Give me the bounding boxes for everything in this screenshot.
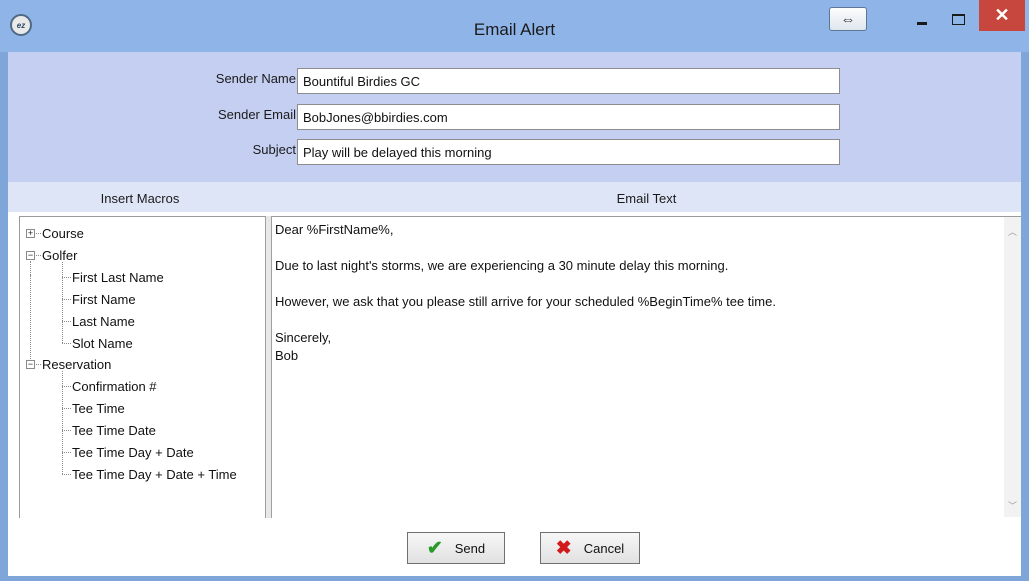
tree-connector xyxy=(62,386,71,387)
checkmark-icon: ✔ xyxy=(426,537,443,559)
sender-form: Sender Name Sender Email Subject xyxy=(8,52,1021,182)
tree-node-course[interactable]: Course xyxy=(42,226,84,241)
insert-macros-header: Insert Macros xyxy=(100,191,180,206)
close-icon: ✕ xyxy=(994,5,1010,25)
tree-connector xyxy=(62,343,71,344)
sender-name-label: Sender Name xyxy=(215,71,296,86)
tree-node-tee-time-date[interactable]: Tee Time Date xyxy=(72,423,156,438)
resize-toggle-button[interactable]: ⇔ xyxy=(829,7,867,31)
tree-connector xyxy=(62,299,71,300)
minimize-icon xyxy=(917,21,927,25)
subject-input[interactable] xyxy=(297,139,840,165)
cancel-button-label: Cancel xyxy=(583,540,625,556)
macro-tree[interactable]: + Course − Golfer First Last Name First … xyxy=(19,216,265,518)
email-text-area[interactable]: Dear %FirstName%, Due to last night's st… xyxy=(272,216,1021,518)
sender-email-label: Sender Email xyxy=(217,107,296,122)
subject-label: Subject xyxy=(252,142,296,157)
tree-connector xyxy=(30,275,31,359)
cancel-button[interactable]: ✖ Cancel xyxy=(540,532,640,564)
reservation-collapse-icon[interactable]: − xyxy=(26,360,35,369)
sender-name-input[interactable] xyxy=(297,68,840,94)
minus-icon: − xyxy=(27,359,34,369)
send-button-label: Send xyxy=(454,540,486,556)
maximize-icon xyxy=(951,13,965,25)
title-bar[interactable]: ez Email Alert ⇔ ✕ xyxy=(0,0,1029,52)
tree-node-golfer[interactable]: Golfer xyxy=(42,248,77,263)
sender-email-row: Sender Email xyxy=(8,104,1021,130)
tree-connector xyxy=(36,233,41,234)
close-button[interactable]: ✕ xyxy=(979,0,1025,31)
tree-node-first-last-name[interactable]: First Last Name xyxy=(72,270,164,285)
tree-connector xyxy=(62,277,71,278)
tree-connector xyxy=(62,430,71,431)
course-expand-icon[interactable]: + xyxy=(26,229,35,238)
email-body-text[interactable]: Dear %FirstName%, Due to last night's st… xyxy=(275,221,995,365)
tree-connector xyxy=(62,452,71,453)
tree-connector xyxy=(62,321,71,322)
tree-node-reservation[interactable]: Reservation xyxy=(42,357,111,372)
resize-icon: ⇔ xyxy=(840,10,856,28)
subject-row: Subject xyxy=(8,139,1021,165)
button-bar: ✔ Send ✖ Cancel xyxy=(8,518,1021,576)
scroll-up-icon[interactable]: ︿ xyxy=(1004,225,1021,239)
x-icon: ✖ xyxy=(555,537,572,559)
tree-node-tee-time-day-date-time[interactable]: Tee Time Day + Date + Time xyxy=(72,467,237,482)
tree-connector xyxy=(62,262,63,343)
tree-connector xyxy=(36,255,41,256)
tree-connector xyxy=(62,408,71,409)
tree-node-last-name[interactable]: Last Name xyxy=(72,314,135,329)
sender-email-input[interactable] xyxy=(297,104,840,130)
tree-node-slot-name[interactable]: Slot Name xyxy=(72,336,133,351)
tree-connector xyxy=(62,474,71,475)
sender-name-row: Sender Name xyxy=(8,68,1021,94)
email-text-header: Email Text xyxy=(616,191,677,206)
send-button[interactable]: ✔ Send xyxy=(407,532,505,564)
plus-icon: + xyxy=(27,228,34,238)
tree-node-confirmation[interactable]: Confirmation # xyxy=(72,379,157,394)
window-title: Email Alert xyxy=(473,20,556,39)
pane-splitter[interactable] xyxy=(265,216,272,518)
minus-icon: − xyxy=(27,250,34,260)
tree-node-tee-time[interactable]: Tee Time xyxy=(72,401,125,416)
email-scrollbar[interactable]: ︿ ﹀ xyxy=(1004,217,1021,517)
tree-connector xyxy=(30,261,31,275)
golfer-collapse-icon[interactable]: − xyxy=(26,251,35,260)
tree-connector xyxy=(36,364,41,365)
content-panes: + Course − Golfer First Last Name First … xyxy=(8,212,1021,518)
email-alert-window: ez Email Alert ⇔ ✕ Sender Name Sender Em… xyxy=(0,0,1029,581)
minimize-button[interactable] xyxy=(908,8,936,30)
section-headers: Insert Macros Email Text xyxy=(8,182,1021,212)
tree-node-first-name[interactable]: First Name xyxy=(72,292,136,307)
scroll-down-icon[interactable]: ﹀ xyxy=(1004,499,1021,513)
tree-node-tee-time-day-date[interactable]: Tee Time Day + Date xyxy=(72,445,194,460)
maximize-button[interactable] xyxy=(944,8,972,30)
